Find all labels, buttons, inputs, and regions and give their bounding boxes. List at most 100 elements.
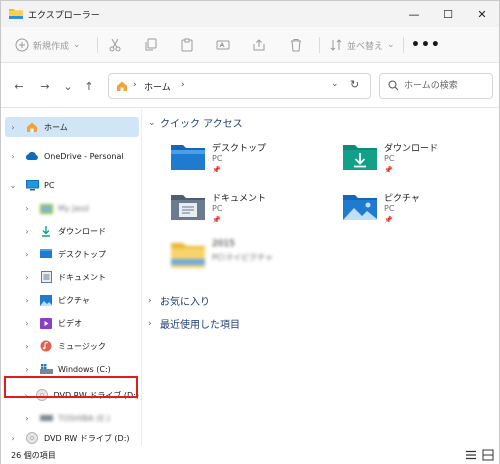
chevron-down-icon[interactable]: ⌄ <box>7 181 19 190</box>
up-arrow-icon[interactable]: ↑ <box>81 78 97 94</box>
home-icon <box>25 121 39 133</box>
usb-drive-icon <box>39 412 53 424</box>
tiles-view-icon[interactable] <box>482 449 494 461</box>
sidebar-item-label: PC <box>44 180 55 190</box>
plus-circle-icon <box>15 38 29 52</box>
music-icon <box>39 340 53 352</box>
chevron-right-icon[interactable]: › <box>7 434 19 443</box>
home-icon <box>116 80 128 95</box>
document-folder-icon <box>170 191 206 221</box>
sidebar-item-home[interactable]: › ホーム <box>5 117 139 137</box>
sidebar-item-usb-drive[interactable]: › TOSHIBA (E:) <box>5 408 139 428</box>
highlight-frame <box>4 376 138 398</box>
download-folder-icon <box>342 141 378 171</box>
recent-locations-chevron-icon[interactable]: ⌄ <box>60 78 76 94</box>
chevron-right-icon[interactable]: › <box>7 152 19 161</box>
details-view-icon[interactable] <box>465 449 477 461</box>
sidebar-item-dvd-d-root[interactable]: › DVD RW ドライブ (D:) <box>5 428 139 448</box>
sidebar-item-pictures[interactable]: › ピクチャ <box>5 290 139 310</box>
favorites-title: お気に入り <box>160 297 210 308</box>
tile-location: PC <box>212 154 223 163</box>
tile-name: ピクチャ <box>384 194 420 204</box>
sidebar-item-label: ビデオ <box>58 318 82 328</box>
sidebar-item-videos[interactable]: › ビデオ <box>5 313 139 333</box>
sidebar-item-onedrive[interactable]: › OneDrive - Personal <box>5 146 139 166</box>
search-box[interactable] <box>379 73 493 99</box>
search-input[interactable] <box>404 79 490 93</box>
chevron-right-icon[interactable]: › <box>148 296 158 306</box>
copy-button[interactable] <box>144 35 158 55</box>
chevron-down-icon: ⌄ <box>73 40 81 50</box>
sidebar-item-label: ダウンロード <box>58 226 106 236</box>
document-icon <box>39 271 53 283</box>
sidebar-item-label: OneDrive - Personal <box>44 151 124 161</box>
chevron-down-icon: ⌄ <box>387 40 395 50</box>
sidebar-item-music[interactable]: › ミュージック <box>5 336 139 356</box>
maximize-button[interactable]: ☐ <box>431 1 465 27</box>
share-button[interactable] <box>252 35 266 55</box>
new-button[interactable]: 新規作成 ⌄ <box>15 35 81 55</box>
breadcrumb-home[interactable]: ホーム <box>144 80 171 93</box>
chevron-right-icon[interactable]: › <box>21 296 33 305</box>
chevron-right-icon[interactable]: › <box>7 123 19 132</box>
address-bar[interactable]: › ホーム › ⌄ ↻ <box>108 73 371 99</box>
chevron-right-icon[interactable]: › <box>21 319 33 328</box>
sidebar-item-pc[interactable]: ⌄ PC <box>5 175 139 195</box>
address-dropdown-icon[interactable]: ⌄ <box>331 79 339 89</box>
pin-icon: 📌 <box>212 216 221 224</box>
sidebar-item-label: ホーム <box>44 122 68 132</box>
scissors-icon <box>108 38 122 52</box>
sidebar-item-documents[interactable]: › ドキュメント <box>5 267 139 287</box>
minimize-button[interactable]: — <box>397 1 431 27</box>
sidebar-item-desktop[interactable]: › デスクトップ <box>5 244 139 264</box>
download-icon <box>39 225 53 237</box>
address-row: ← → ⌄ ↑ › ホーム › ⌄ ↻ <box>1 64 499 108</box>
tile-name: デスクトップ <box>212 144 267 154</box>
pc-icon <box>25 179 39 191</box>
desktop-icon <box>39 248 53 260</box>
delete-button[interactable] <box>289 35 303 55</box>
close-button[interactable]: ✕ <box>465 1 499 27</box>
quick-access-tile-desktop[interactable]: デスクトップ PC 📌 <box>170 139 320 183</box>
desktop-folder-icon <box>170 141 206 171</box>
rename-icon <box>216 38 230 52</box>
chevron-right-icon[interactable]: › <box>148 319 158 329</box>
quick-access-header[interactable]: ⌄ クイック アクセス <box>148 115 243 131</box>
sort-button[interactable]: 並べ替え ⌄ <box>329 35 395 55</box>
sidebar-item-label: My Jasd <box>58 203 89 213</box>
chevron-right-icon[interactable]: › <box>21 414 33 423</box>
paste-button[interactable] <box>180 35 194 55</box>
recent-title: 最近使用した項目 <box>160 320 240 331</box>
chevron-right-icon[interactable]: › <box>21 342 33 351</box>
quick-access-tile-folder[interactable]: 2015 PC\マイピクチャ <box>170 237 320 281</box>
pin-icon: 📌 <box>212 166 221 174</box>
pin-icon: 📌 <box>384 216 393 224</box>
quick-access-tile-downloads[interactable]: ダウンロード PC 📌 <box>342 139 492 183</box>
sidebar-item-label: Windows (C:) <box>58 364 111 374</box>
item-count: 26 個の項目 <box>11 451 56 460</box>
breadcrumb-separator[interactable]: › <box>133 80 137 90</box>
breadcrumb-separator[interactable]: › <box>181 80 185 90</box>
sidebar-item-user-folder[interactable]: › My Jasd <box>5 198 139 218</box>
sidebar-item-label: デスクトップ <box>58 249 106 259</box>
refresh-icon[interactable]: ↻ <box>350 78 359 91</box>
recent-header[interactable]: › 最近使用した項目 <box>148 316 240 332</box>
quick-access-tile-documents[interactable]: ドキュメント PC 📌 <box>170 189 320 233</box>
sidebar-item-downloads[interactable]: › ダウンロード <box>5 221 139 241</box>
forward-arrow-icon[interactable]: → <box>37 78 53 94</box>
chevron-right-icon[interactable]: › <box>21 365 33 374</box>
rename-button[interactable] <box>216 35 230 55</box>
favorites-header[interactable]: › お気に入り <box>148 293 210 309</box>
chevron-right-icon[interactable]: › <box>21 273 33 282</box>
chevron-right-icon[interactable]: › <box>21 204 33 213</box>
quick-access-tile-pictures[interactable]: ピクチャ PC 📌 <box>342 189 492 233</box>
more-options-button[interactable]: ••• <box>411 37 441 53</box>
content-pane: ⌄ クイック アクセス デスクトップ PC 📌 ダウンロード PC 📌 ドキュメ… <box>142 109 499 446</box>
chevron-right-icon[interactable]: › <box>21 227 33 236</box>
picture-icon <box>39 294 53 306</box>
cut-button[interactable] <box>108 35 122 55</box>
chevron-right-icon[interactable]: › <box>21 250 33 259</box>
chevron-down-icon[interactable]: ⌄ <box>148 118 158 128</box>
back-arrow-icon[interactable]: ← <box>11 78 27 94</box>
toolbar-divider <box>319 37 320 53</box>
